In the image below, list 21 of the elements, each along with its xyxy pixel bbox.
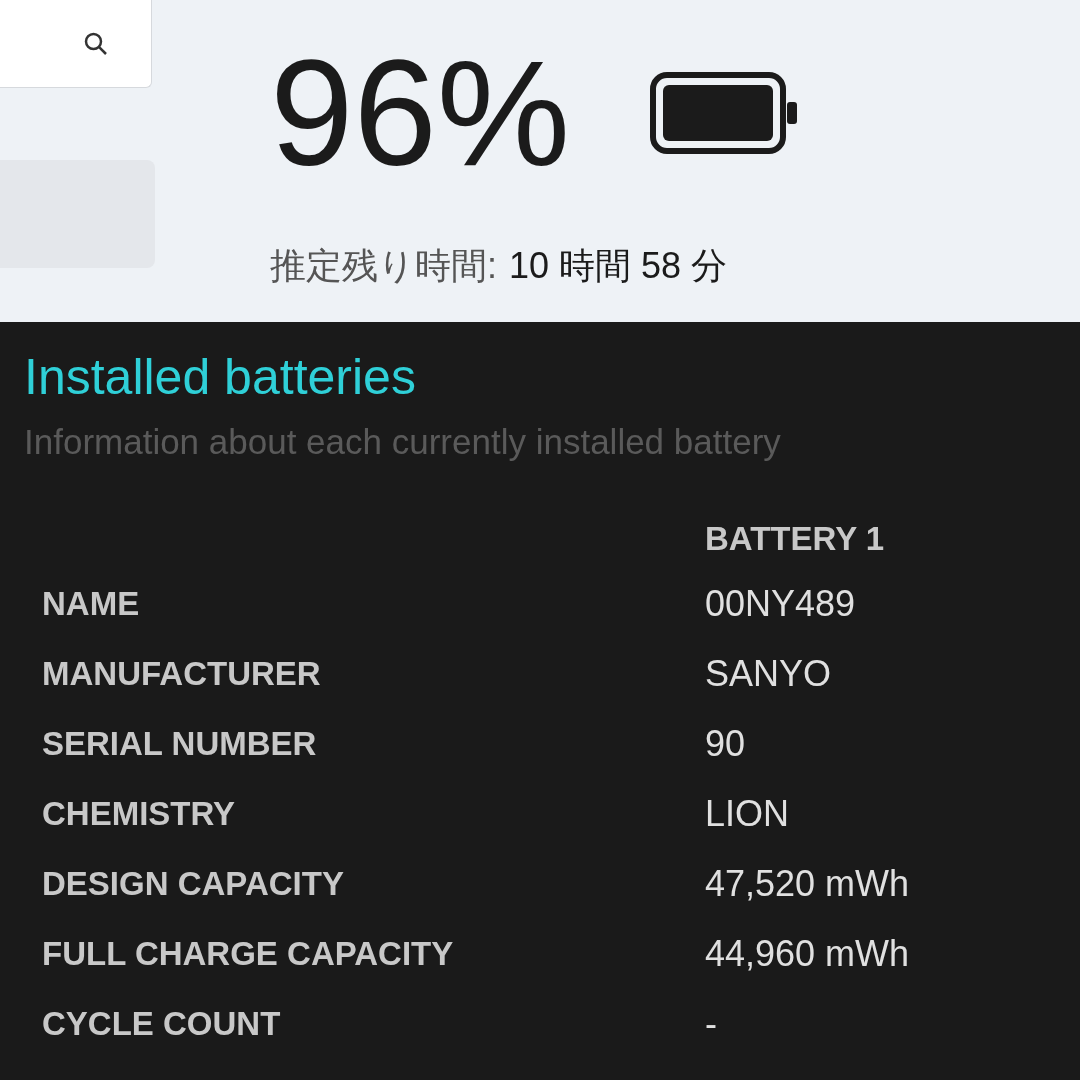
section-subtitle: Information about each currently installed battery bbox=[24, 424, 782, 459]
row-label: SERIAL NUMBER bbox=[42, 724, 318, 765]
row-label: FULL CHARGE CAPACITY bbox=[42, 934, 455, 975]
remaining-time-label: 推定残り時間: bbox=[270, 248, 497, 284]
battery-percentage: 96% bbox=[270, 38, 571, 188]
row-value: - bbox=[705, 1002, 717, 1046]
row-label: DESIGN CAPACITY bbox=[42, 864, 345, 905]
row-label: NAME bbox=[42, 584, 141, 625]
row-value: 47,520 mWh bbox=[705, 862, 910, 906]
row-value: 90 bbox=[705, 722, 746, 766]
remaining-time-value: 10 時間 58 分 bbox=[509, 248, 728, 284]
row-value: 00NY489 bbox=[705, 582, 856, 626]
row-value: LION bbox=[705, 792, 790, 836]
row-label: MANUFACTURER bbox=[42, 654, 322, 695]
row-value: SANYO bbox=[705, 652, 832, 696]
row-label: CYCLE COUNT bbox=[42, 1004, 282, 1045]
row-label: CHEMISTRY bbox=[42, 794, 237, 835]
search-field[interactable] bbox=[0, 0, 152, 88]
row-value: 44,960 mWh bbox=[705, 932, 910, 976]
section-title: Installed batteries bbox=[24, 352, 417, 402]
column-header: BATTERY 1 bbox=[705, 519, 885, 560]
